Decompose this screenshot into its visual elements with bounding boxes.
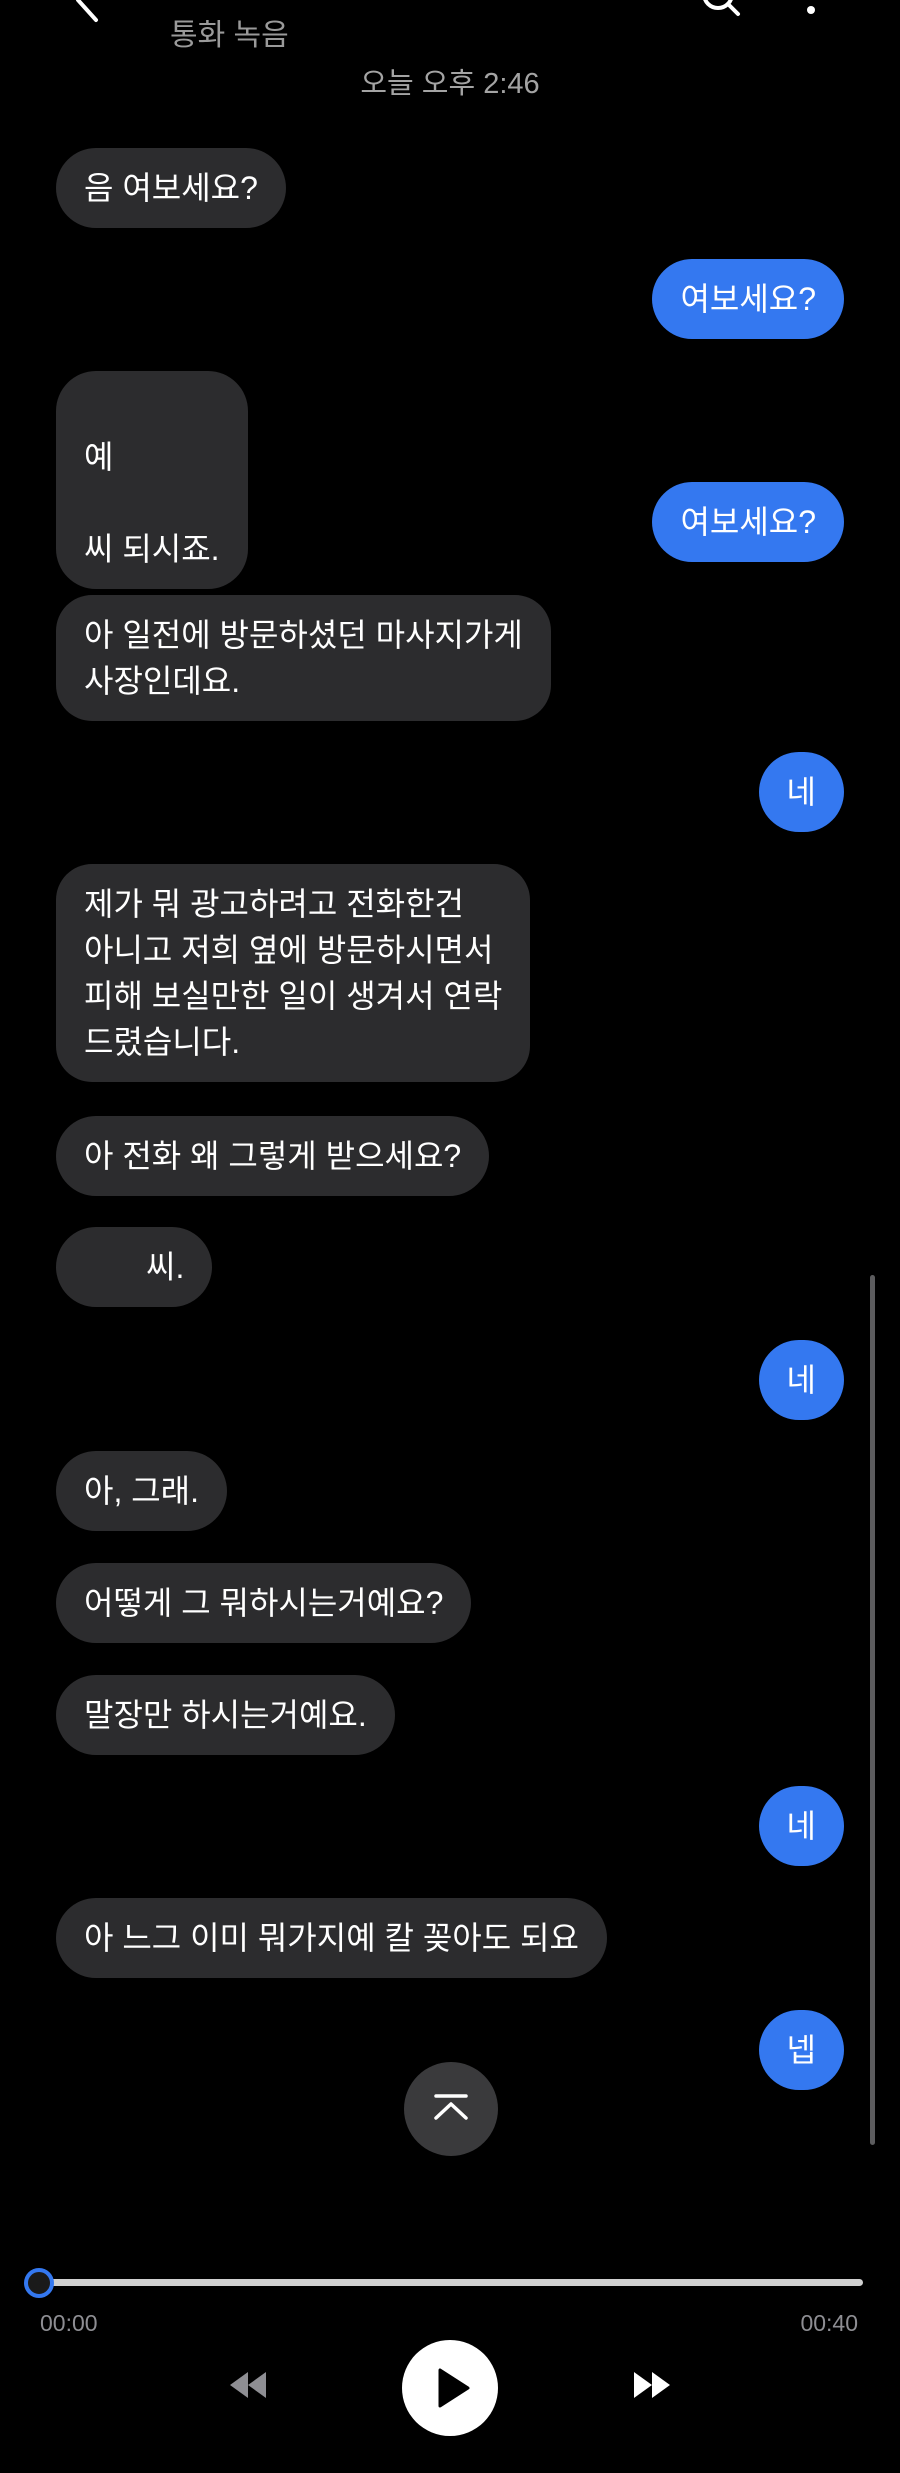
message-incoming: 씨.	[56, 1227, 213, 1307]
message-outgoing: 네	[758, 1786, 844, 1866]
play-button[interactable]	[402, 2340, 498, 2436]
message-incoming: 아, 그래.	[56, 1451, 227, 1531]
message-incoming: 제가 뭐 광고하려고 전화한건 아니고 저희 옆에 방문하시면서 피해 보실만한…	[56, 864, 531, 1082]
message-outgoing: 네	[758, 752, 844, 832]
message-outgoing: 네	[758, 1340, 844, 1420]
play-icon	[438, 2368, 470, 2408]
message-incoming: 예 씨 되시죠.	[56, 371, 248, 589]
total-time: 00:40	[800, 2310, 858, 2336]
chevron-up-icon	[434, 2094, 468, 2120]
scroll-to-top-button[interactable]	[404, 2062, 498, 2156]
playback-progress-track[interactable]	[38, 2279, 863, 2286]
playback-progress-thumb[interactable]	[24, 2268, 54, 2298]
search-button[interactable]	[690, 0, 750, 20]
message-incoming: 어떻게 그 뭐하시는거예요?	[56, 1563, 472, 1643]
call-timestamp: 오늘 오후 2:46	[360, 68, 540, 100]
message-outgoing: 여보세요?	[652, 259, 844, 339]
message-incoming: 아 느그 이미 뭐가지예 칼 꽂아도 되요	[56, 1898, 607, 1978]
header-subtitle: 통화 녹음	[170, 19, 289, 52]
back-arrow-icon	[76, 0, 98, 22]
rewind-icon	[230, 2372, 266, 2398]
message-incoming: 말장만 하시는거예요.	[56, 1675, 395, 1755]
rewind-button[interactable]	[228, 2370, 268, 2400]
redacted-name	[84, 490, 170, 521]
search-icon	[703, 0, 740, 16]
message-incoming: 음 여보세요?	[56, 148, 286, 228]
fast-forward-icon	[634, 2372, 670, 2398]
fast-forward-button[interactable]	[632, 2370, 672, 2400]
message-outgoing: 여보세요?	[652, 482, 844, 562]
message-text-part: 예	[84, 439, 114, 475]
scrollbar[interactable]	[870, 1275, 875, 2145]
message-text-part: 씨 되시죠.	[84, 531, 220, 567]
message-incoming: 아 전화 왜 그렇게 받으세요?	[56, 1116, 490, 1196]
more-options-button[interactable]	[796, 0, 826, 20]
message-incoming: 아 일전에 방문하셨던 마사지가게 사장인데요.	[56, 595, 551, 721]
back-button[interactable]	[60, 0, 120, 30]
current-time: 00:00	[40, 2310, 98, 2336]
message-outgoing: 넵	[758, 2010, 844, 2090]
more-vertical-icon	[807, 6, 815, 14]
